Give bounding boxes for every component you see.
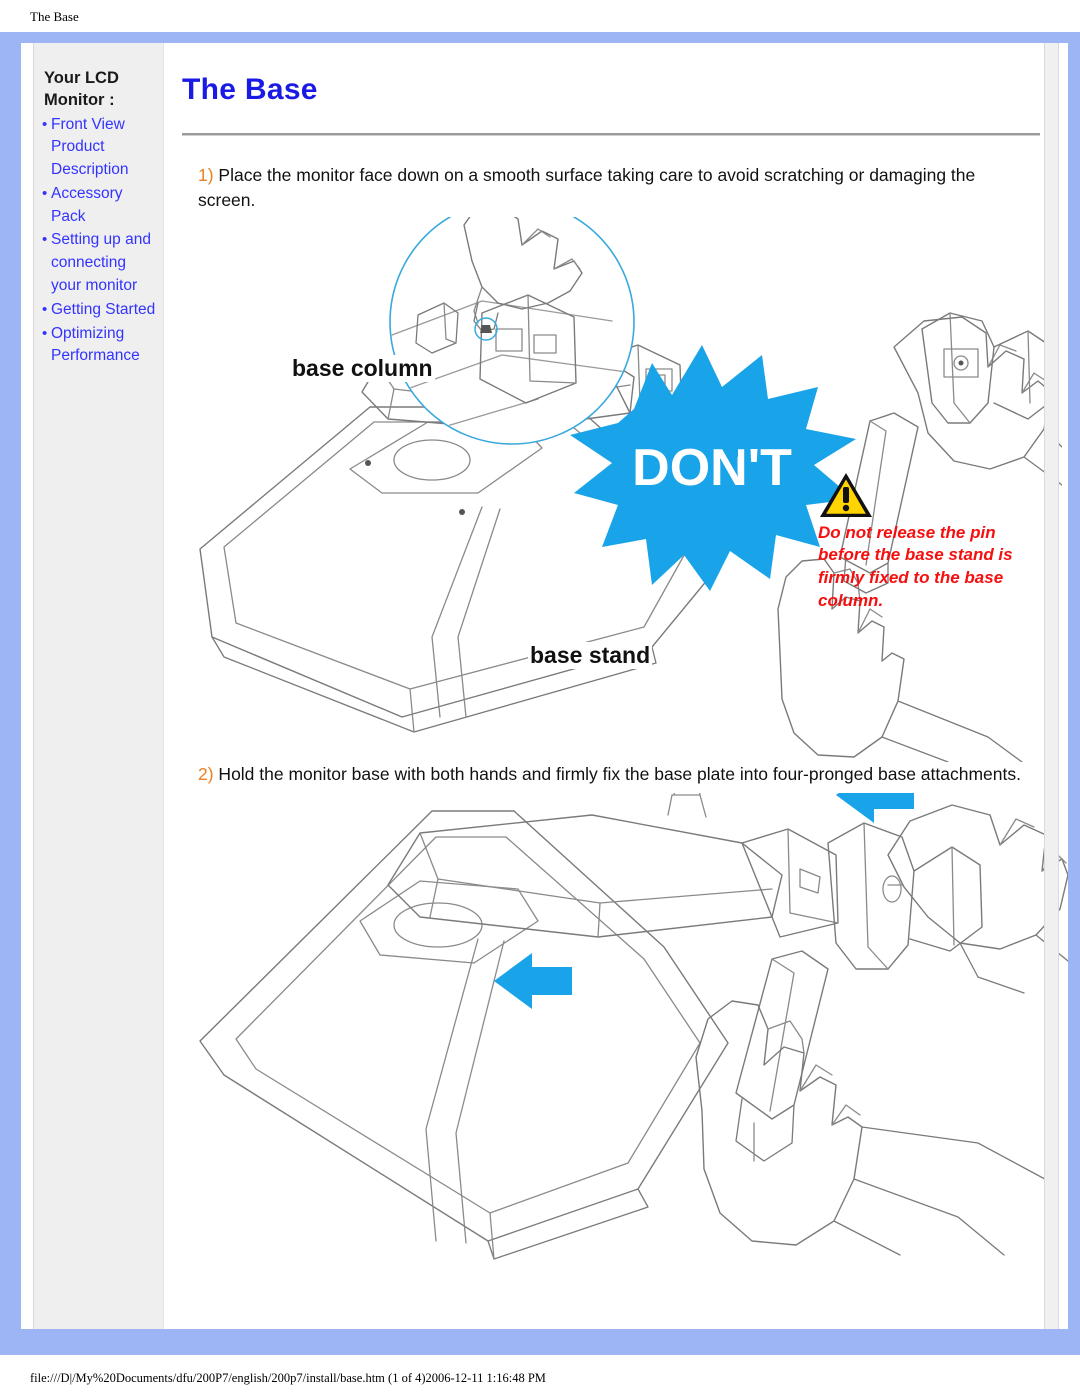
sidebar-item-setting-up-and-connecting-your-monitor[interactable]: • Setting up and connecting your monitor — [42, 229, 159, 297]
sidebar-link-list: • Front View Product Description • Accesso… — [34, 114, 163, 369]
bullet-icon: • — [42, 324, 48, 342]
bullet-icon: • — [42, 184, 48, 202]
figure-base-assembly-step2 — [188, 792, 1068, 1263]
sidebar-item-label: Setting up and connecting your monitor — [51, 231, 151, 294]
sidebar-navigation: Your LCD Monitor : • Front View Product D… — [34, 43, 164, 1329]
left-rail — [21, 43, 34, 1329]
print-header-title: The Base — [30, 9, 79, 24]
figure-base-assembly-step1: DON'T base column base stand Do not rele… — [182, 216, 1062, 762]
assembly-arrow-lower-icon — [494, 952, 572, 1009]
step-2-number: 2) — [198, 763, 214, 784]
assembly-arrow-upper-icon — [836, 792, 914, 823]
print-footer-path: file:///D|/My%20Documents/dfu/200P7/engl… — [30, 1371, 546, 1385]
step-1-number: 1) — [198, 165, 214, 185]
bullet-icon: • — [42, 231, 48, 249]
print-footer: file:///D|/My%20Documents/dfu/200P7/engl… — [0, 1355, 1080, 1397]
label-base-stand: base stand — [528, 641, 653, 669]
sidebar-heading: Your LCD Monitor : — [44, 69, 119, 110]
warning-callout: Do not release the pin before the base s… — [818, 470, 1046, 612]
page-right-strip[interactable] — [1044, 43, 1059, 1329]
bullet-icon: • — [42, 115, 48, 133]
bullet-icon: • — [42, 300, 48, 318]
sidebar-item-label: Optimizing Performance — [51, 324, 140, 365]
title-divider — [182, 133, 1040, 136]
page-content-area: Your LCD Monitor : • Front View Product D… — [21, 43, 1068, 1329]
step-2-text: Hold the monitor base with both hands an… — [213, 763, 1021, 784]
step-1-instruction: 1) Place the monitor face down on a smoo… — [198, 163, 1028, 213]
figure-2-illustration — [199, 792, 1068, 1260]
page-frame: Your LCD Monitor : • Front View Product D… — [0, 32, 1080, 1355]
warning-text: Do not release the pin before the base s… — [818, 522, 1013, 610]
dont-burst-label: DON'T — [632, 439, 792, 497]
sidebar-item-label: Accessory Pack — [51, 184, 123, 225]
step-1-text: Place the monitor face down on a smooth … — [198, 165, 976, 210]
page-title: The Base — [182, 73, 318, 106]
sidebar-item-label: Front View Product Description — [51, 115, 129, 179]
main-content: The Base 1) Place the monitor face down … — [164, 43, 1068, 1329]
label-base-column: base column — [290, 354, 435, 382]
print-header: The Base — [0, 0, 1080, 32]
step-2-instruction: 2) Hold the monitor base with both hands… — [198, 762, 1058, 787]
sidebar-item-front-view-product-description[interactable]: • Front View Product Description — [42, 114, 159, 182]
sidebar-item-getting-started[interactable]: • Getting Started — [42, 299, 159, 322]
sidebar-item-optimizing-performance[interactable]: • Optimizing Performance — [42, 323, 159, 369]
sidebar-item-label: Getting Started — [51, 300, 156, 318]
warning-triangle-icon — [820, 472, 872, 517]
sidebar-item-accessory-pack[interactable]: • Accessory Pack — [42, 183, 159, 229]
